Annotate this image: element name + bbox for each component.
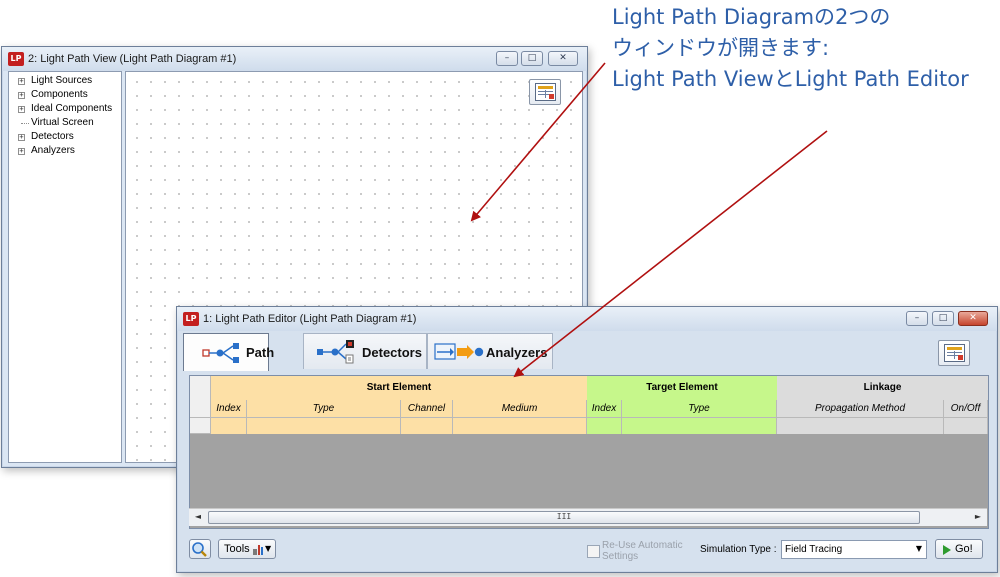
editor-maximize-button[interactable]: □ — [932, 311, 954, 326]
view-close-button[interactable]: ✕ — [548, 51, 578, 66]
table-cell[interactable] — [777, 418, 944, 434]
analyzers-icon — [434, 343, 484, 360]
group-target-element: Target Element — [587, 376, 777, 400]
toolbox-button[interactable] — [529, 79, 561, 105]
play-icon — [943, 545, 951, 555]
tree-item-label: Light Sources — [31, 75, 93, 86]
scroll-right-icon[interactable]: ► — [971, 510, 985, 524]
tree-item-label: Components — [31, 89, 88, 100]
expand-icon[interactable]: + — [18, 78, 25, 85]
expand-icon[interactable]: + — [18, 134, 25, 141]
tab-path[interactable]: Path — [183, 333, 274, 371]
tree-item-label: Analyzers — [31, 145, 75, 156]
detectors-icon — [317, 340, 354, 364]
light-path-grid[interactable]: Start Element Target Element Linkage Ind… — [189, 375, 989, 529]
simulation-type-value: Field Tracing — [785, 544, 843, 555]
column-header-index[interactable]: Index — [211, 400, 247, 418]
tab-label: Detectors — [362, 345, 422, 360]
table-cell[interactable] — [211, 418, 247, 434]
light-path-editor-window: LP 1: Light Path Editor (Light Path Diag… — [176, 306, 998, 573]
go-button[interactable]: Go! — [935, 539, 983, 559]
tools-dropdown-button[interactable]: Tools ▼ — [218, 539, 276, 559]
app-logo-icon: LP — [8, 52, 24, 66]
tab-analyzers[interactable]: Analyzers — [427, 333, 553, 369]
horizontal-scrollbar[interactable]: ◄ III ► — [189, 508, 987, 526]
table-cell[interactable] — [247, 418, 401, 434]
go-label: Go! — [955, 543, 973, 555]
maximize-icon: □ — [527, 53, 537, 63]
tree-connector — [21, 123, 29, 124]
scroll-left-icon[interactable]: ◄ — [191, 510, 205, 524]
column-header-on-off[interactable]: On/Off — [944, 400, 988, 418]
editor-minimize-button[interactable]: – — [906, 311, 928, 326]
reuse-settings-label: Re-Use Automatic Settings — [602, 540, 683, 562]
table-cell[interactable] — [944, 418, 988, 434]
column-header-type[interactable]: Type — [247, 400, 401, 418]
expand-icon[interactable]: + — [18, 92, 25, 99]
callout-text: Light Path Diagramの2つの ウィンドウが開きます: Light… — [612, 2, 969, 95]
expand-icon[interactable]: + — [18, 106, 25, 113]
scrollbar-thumb[interactable]: III — [208, 511, 920, 524]
path-icon — [202, 343, 239, 363]
grid-corner — [190, 376, 211, 400]
row-header[interactable] — [190, 418, 211, 434]
callout-line-2: ウィンドウが開きます: — [612, 36, 830, 60]
table-cell[interactable] — [622, 418, 777, 434]
maximize-icon: □ — [938, 313, 948, 323]
tree-item-label: Detectors — [31, 131, 74, 142]
toolbox-icon — [944, 344, 965, 362]
toolbox-icon — [535, 83, 556, 101]
simulation-type-label: Simulation Type : — [700, 544, 777, 555]
tab-detectors[interactable]: Detectors — [303, 333, 427, 369]
column-header-propagation-method[interactable]: Propagation Method — [777, 400, 944, 418]
tree-item-label: Virtual Screen — [31, 117, 94, 128]
editor-toolbox-button[interactable] — [938, 340, 970, 366]
editor-bottom-bar: Tools ▼ Re-Use Automatic Settings Simula… — [183, 537, 991, 563]
editor-title-bar[interactable]: LP 1: Light Path Editor (Light Path Diag… — [177, 307, 997, 331]
view-title-bar[interactable]: LP 2: Light Path View (Light Path Diagra… — [2, 47, 587, 71]
component-tree[interactable]: + Light Sources + Components + Ideal Com… — [8, 71, 122, 463]
reuse-settings-checkbox[interactable] — [587, 545, 600, 558]
callout-line-3: Light Path ViewとLight Path Editor — [612, 67, 969, 91]
group-start-element: Start Element — [211, 376, 587, 400]
simulation-type-select[interactable]: Field Tracing ▼ — [781, 540, 927, 559]
table-cell[interactable] — [453, 418, 587, 434]
editor-close-button[interactable]: ✕ — [958, 311, 988, 326]
tree-item-label: Ideal Components — [31, 103, 113, 114]
view-minimize-button[interactable]: – — [496, 51, 518, 66]
minimize-icon: – — [504, 53, 510, 63]
view-window-title: 2: Light Path View (Light Path Diagram #… — [28, 53, 237, 65]
table-cell[interactable] — [587, 418, 622, 434]
chevron-down-icon: ▼ — [265, 544, 272, 553]
editor-window-title: 1: Light Path Editor (Light Path Diagram… — [203, 313, 417, 325]
column-header-medium[interactable]: Medium — [453, 400, 587, 418]
tools-label: Tools — [224, 543, 250, 555]
callout-line-1: Light Path Diagramの2つの — [612, 5, 891, 29]
tools-icon — [253, 545, 263, 555]
table-cell[interactable] — [401, 418, 453, 434]
tab-label: Analyzers — [486, 345, 548, 360]
chevron-down-icon: ▼ — [915, 544, 922, 553]
app-logo-icon: LP — [183, 312, 199, 326]
expand-icon[interactable]: + — [18, 148, 25, 155]
scroll-grip: III — [556, 512, 572, 521]
group-linkage: Linkage — [777, 376, 988, 400]
column-header-target-type[interactable]: Type — [622, 400, 777, 418]
column-header-target-index[interactable]: Index — [587, 400, 622, 418]
view-maximize-button[interactable]: □ — [521, 51, 543, 66]
close-icon: ✕ — [969, 313, 977, 323]
close-icon: ✕ — [559, 53, 567, 63]
minimize-icon: – — [914, 313, 920, 323]
magnifier-icon — [192, 542, 207, 557]
search-button[interactable] — [189, 539, 211, 559]
column-header-channel[interactable]: Channel — [401, 400, 453, 418]
tab-label: Path — [246, 345, 275, 360]
grid-corner — [190, 400, 211, 418]
